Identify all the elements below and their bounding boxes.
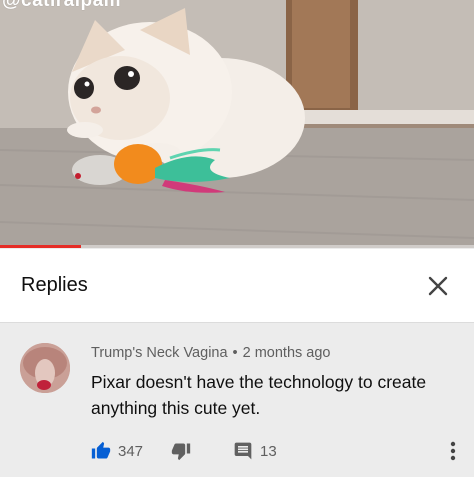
- comment-timestamp: 2 months ago: [242, 345, 331, 361]
- video-progress-bar[interactable]: [0, 245, 474, 248]
- comment-meta: Trump's Neck Vagina • 2 months ago: [91, 345, 331, 361]
- avatar-image: [20, 343, 70, 393]
- meta-separator: •: [232, 345, 238, 361]
- like-button[interactable]: 347: [91, 439, 143, 463]
- video-player[interactable]: @catiralpam: [0, 0, 474, 248]
- like-count: 347: [118, 442, 144, 460]
- replies-header: Replies: [0, 249, 474, 323]
- close-button[interactable]: [422, 270, 454, 302]
- thumbs-down-icon: [171, 443, 191, 461]
- video-watermark: @catiralpam: [2, 0, 122, 11]
- comment-text: Pixar doesn't have the technology to cre…: [91, 372, 427, 418]
- comment-item: Trump's Neck Vagina • 2 months ago Pixar d…: [0, 324, 474, 477]
- close-icon: [428, 276, 448, 296]
- comment-author[interactable]: Trump's Neck Vagina: [91, 345, 228, 361]
- comment-actions: 347 13: [91, 439, 471, 463]
- video-frame: [0, 0, 474, 248]
- reply-count: 13: [260, 442, 277, 460]
- dislike-button[interactable]: [171, 439, 191, 463]
- replies-title: Replies: [21, 274, 88, 296]
- reply-button[interactable]: 13: [233, 439, 277, 463]
- more-options-button[interactable]: [441, 439, 465, 463]
- thumbs-up-icon: [91, 441, 111, 459]
- video-progress-fill: [0, 245, 81, 248]
- avatar[interactable]: [20, 343, 70, 393]
- more-vert-icon: [450, 441, 456, 461]
- comment-icon: [234, 442, 252, 460]
